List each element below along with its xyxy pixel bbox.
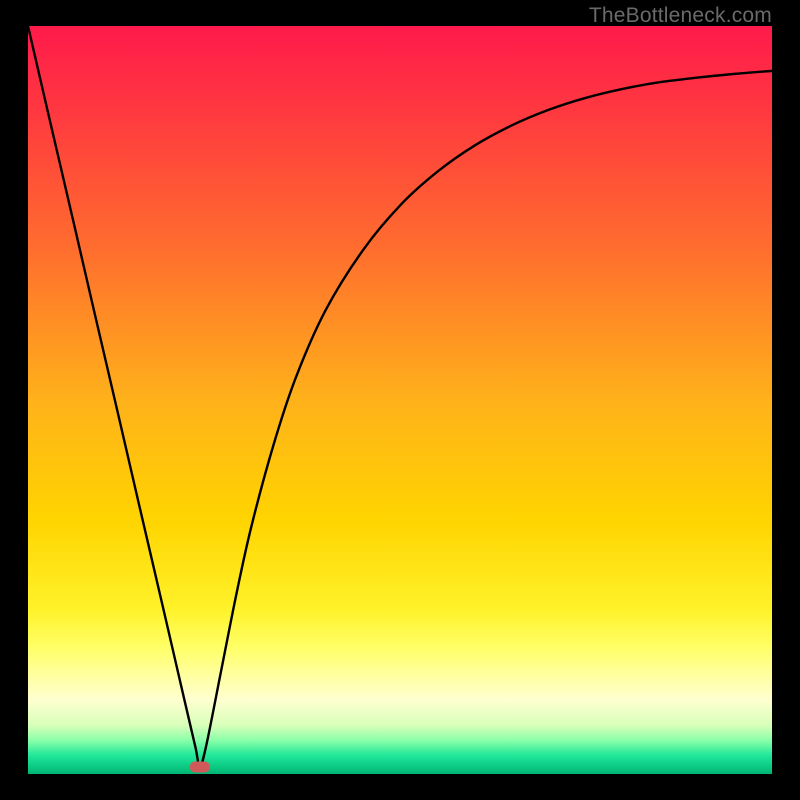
- bottleneck-chart: [28, 26, 772, 774]
- gradient-background: [28, 26, 772, 774]
- chart-frame: [28, 26, 772, 774]
- optimal-point-marker: [190, 762, 210, 773]
- watermark-text: TheBottleneck.com: [589, 4, 772, 28]
